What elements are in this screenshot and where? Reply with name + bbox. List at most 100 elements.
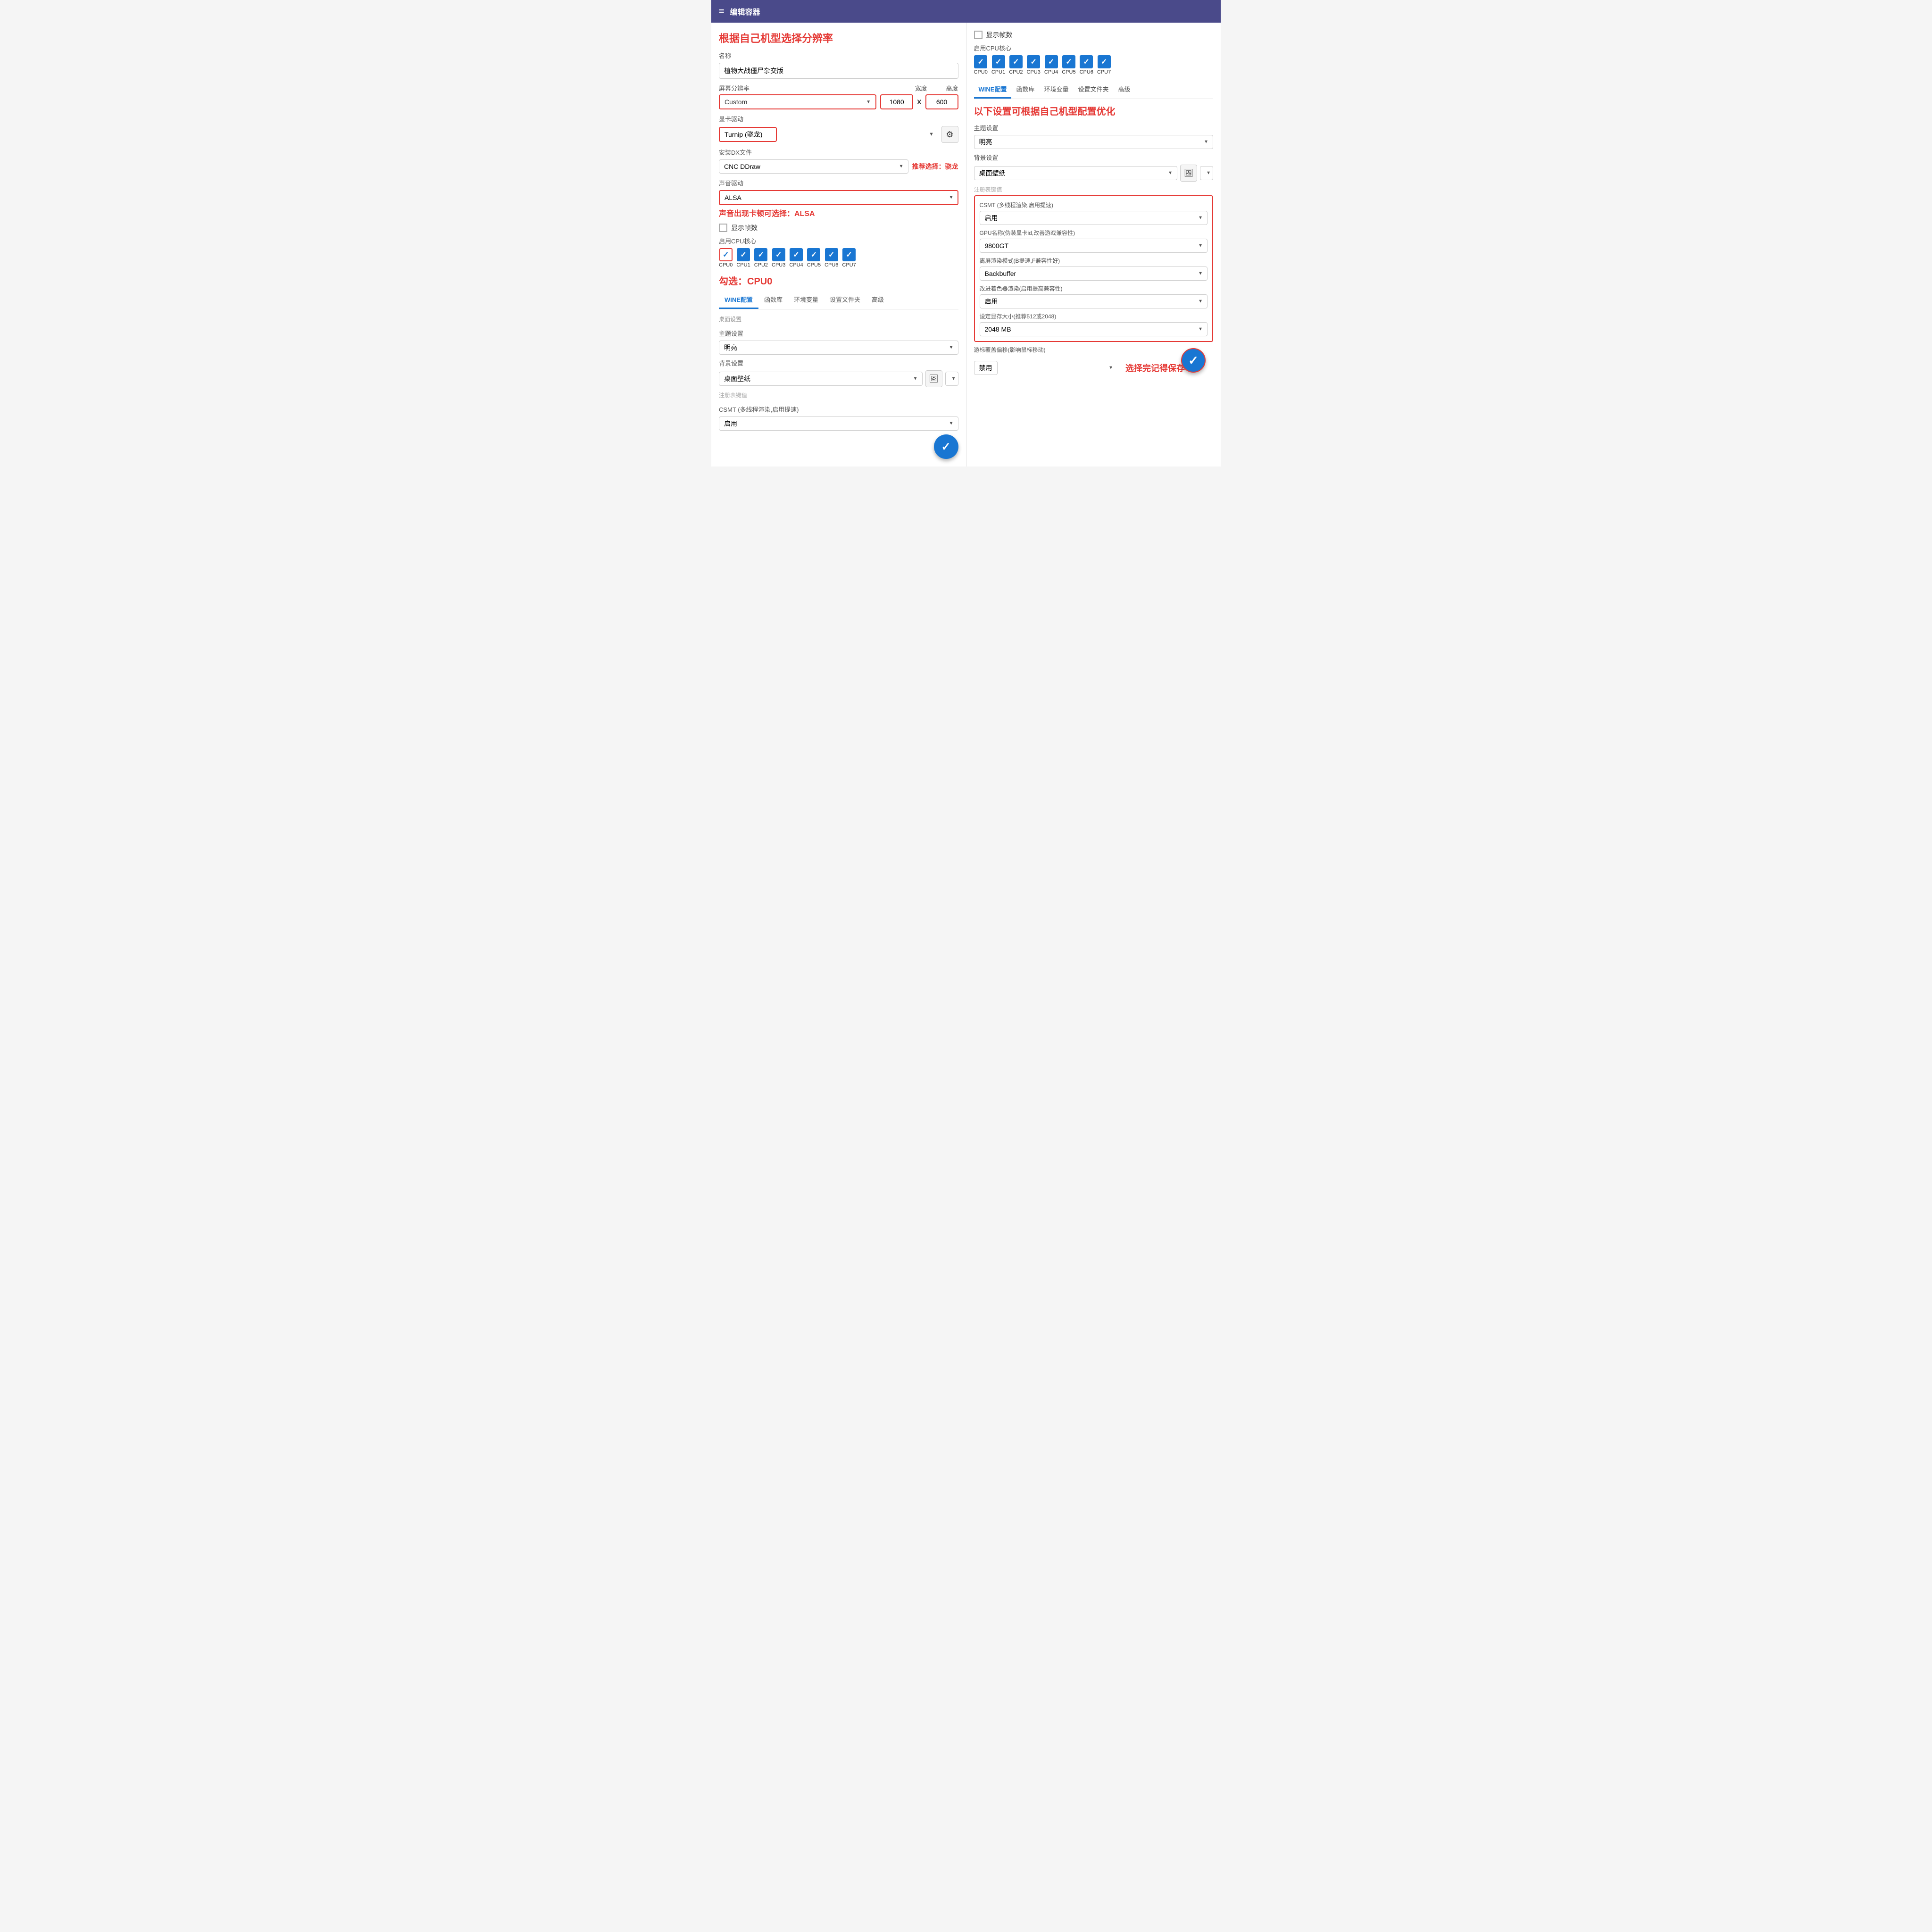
csmt-label: CSMT (多线程渲染,启用提速) xyxy=(980,201,1208,209)
cpu4-checkbox[interactable]: ✓ xyxy=(790,248,803,261)
left-panel: 根据自己机型选择分辨率 名称 屏幕分辨率 宽度 高度 Custom ▼ X 显卡… xyxy=(711,23,966,466)
cursor-select-outer: 禁用 xyxy=(974,361,1118,375)
show-fps-row: 显示帧数 xyxy=(719,223,958,233)
cpu1-checkbox[interactable]: ✓ xyxy=(737,248,750,261)
right-cpu6-checkbox[interactable]: ✓ xyxy=(1080,55,1093,68)
right-cpu6-label: CPU6 xyxy=(1080,69,1093,75)
dx-file-select[interactable]: CNC DDraw xyxy=(719,159,908,174)
bg-image-button[interactable]: 🖼 xyxy=(925,370,942,387)
cpu6-checkbox[interactable]: ✓ xyxy=(825,248,838,261)
right-cpu5-checkbox[interactable]: ✓ xyxy=(1062,55,1075,68)
cpu-annotation: 勾选：CPU0 xyxy=(719,274,958,287)
right-cpu1-checkbox[interactable]: ✓ xyxy=(992,55,1005,68)
resolution-height-input[interactable] xyxy=(925,94,958,109)
audio-annotation: 声音出现卡顿可选择：ALSA xyxy=(719,207,958,218)
right-tab-advanced[interactable]: 高级 xyxy=(1114,81,1135,99)
name-input[interactable] xyxy=(719,63,958,79)
right-tab-env-vars[interactable]: 环境变量 xyxy=(1039,81,1073,99)
offscreen-select[interactable]: Backbuffer FBO xyxy=(980,266,1208,281)
menu-icon[interactable]: ≡ xyxy=(719,6,724,17)
right-reg-label: 注册表键值 xyxy=(974,185,1214,193)
cpu-item-1: ✓ CPU1 xyxy=(736,248,750,268)
cpu3-label: CPU3 xyxy=(772,262,785,268)
right-tab-settings-folder[interactable]: 设置文件夹 xyxy=(1073,81,1113,99)
reg-label: 注册表键值 xyxy=(719,391,958,399)
app-header: ≡ 编辑容器 xyxy=(711,0,1221,23)
right-cpu7-label: CPU7 xyxy=(1097,69,1111,75)
right-cpu4-checkbox[interactable]: ✓ xyxy=(1045,55,1058,68)
right-panel: 显示帧数 启用CPU核心 ✓ CPU0 ✓ CPU1 ✓ CPU2 ✓ xyxy=(966,23,1221,466)
offscreen-label: 离屏渲染模式(B提速,F兼容性好) xyxy=(980,257,1208,265)
show-fps-checkbox[interactable] xyxy=(719,224,727,232)
save-button-right[interactable]: ✓ xyxy=(1181,348,1206,373)
right-cpu-item-7: ✓ CPU7 xyxy=(1097,55,1111,75)
save-icon: ✓ xyxy=(1188,353,1199,368)
cursor-select[interactable]: 禁用 xyxy=(974,361,998,375)
cpu-item-5: ✓ CPU5 xyxy=(807,248,821,268)
right-bg-select[interactable]: 桌面壁纸 xyxy=(974,166,1178,180)
cpu-item-7: ✓ CPU7 xyxy=(842,248,856,268)
right-tab-wine-config[interactable]: WINE配置 xyxy=(974,81,1012,99)
right-cpu3-checkbox[interactable]: ✓ xyxy=(1027,55,1040,68)
right-cpu2-checkbox[interactable]: ✓ xyxy=(1009,55,1023,68)
cpu-item-2: ✓ CPU2 xyxy=(754,248,768,268)
audio-driver-select[interactable]: ALSA PulseAudio xyxy=(719,190,958,205)
right-cpu-item-2: ✓ CPU2 xyxy=(1009,55,1023,75)
right-cpu-item-5: ✓ CPU5 xyxy=(1062,55,1075,75)
cpu7-checkbox[interactable]: ✓ xyxy=(842,248,856,261)
cpu-item-0: ✓ CPU0 xyxy=(719,248,733,268)
gpu-driver-select[interactable]: Turnip (骁龙) Default xyxy=(719,127,777,142)
right-cpu1-label: CPU1 xyxy=(991,69,1005,75)
cpu-grid: ✓ CPU0 ✓ CPU1 ✓ CPU2 xyxy=(719,248,958,268)
cpu2-checkbox[interactable]: ✓ xyxy=(754,248,767,261)
shader-select[interactable]: 启用 禁用 xyxy=(980,294,1208,308)
theme-select[interactable]: 明亮 深色 xyxy=(719,341,958,355)
right-theme-select[interactable]: 明亮 xyxy=(974,135,1214,149)
cpu2-label: CPU2 xyxy=(754,262,768,268)
tab-env-vars[interactable]: 环境变量 xyxy=(788,291,824,309)
resolution-width-input[interactable] xyxy=(880,94,913,109)
bg-extra-select[interactable] xyxy=(945,372,958,386)
tab-wine-config[interactable]: WINE配置 xyxy=(719,291,758,309)
right-cpu0-checkbox[interactable]: ✓ xyxy=(974,55,987,68)
audio-driver-wrapper: ALSA PulseAudio xyxy=(719,190,958,205)
right-cpu2-label: CPU2 xyxy=(1009,69,1023,75)
header-title: 编辑容器 xyxy=(730,6,760,17)
cursor-label: 游标覆盖偏移(影响鼠标移动) xyxy=(974,346,1214,354)
gpu-settings-button[interactable]: ⚙ xyxy=(941,126,958,143)
resolution-preset-value: Custom xyxy=(724,98,747,106)
cpu6-label: CPU6 xyxy=(824,262,838,268)
cursor-row: 禁用 选择完记得保存 ✓ xyxy=(974,356,1214,380)
save-button-left[interactable]: ✓ xyxy=(934,434,958,459)
right-bg-extra-select[interactable] xyxy=(1200,166,1213,180)
cpu0-label: CPU0 xyxy=(719,262,733,268)
csmt-label-left: CSMT (多线程渲染,启用提速) xyxy=(719,405,958,414)
right-cpu-item-6: ✓ CPU6 xyxy=(1080,55,1093,75)
csmt-select-left[interactable]: 启用 禁用 xyxy=(719,416,958,431)
csmt-select[interactable]: 启用 禁用 xyxy=(980,211,1208,225)
audio-label: 声音驱动 xyxy=(719,178,958,187)
cpu4-label: CPU4 xyxy=(789,262,803,268)
right-cpu-item-0: ✓ CPU0 xyxy=(974,55,988,75)
tab-functions[interactable]: 函数库 xyxy=(758,291,788,309)
right-bg-label: 背景设置 xyxy=(974,153,1214,162)
right-show-fps-checkbox[interactable] xyxy=(974,31,983,39)
vram-select[interactable]: 2048 MB 512 MB xyxy=(980,322,1208,336)
resolution-preset-select[interactable]: Custom ▼ xyxy=(719,94,876,109)
shader-label: 改进着色器渲染(启用提高兼容性) xyxy=(980,284,1208,292)
right-cpu7-checkbox[interactable]: ✓ xyxy=(1098,55,1111,68)
cpu3-checkbox[interactable]: ✓ xyxy=(772,248,785,261)
chevron-down-icon: ▼ xyxy=(866,100,871,105)
cpu-cores-label: 启用CPU核心 xyxy=(719,236,958,245)
bg-select[interactable]: 桌面壁纸 xyxy=(719,372,923,386)
cpu0-checkbox[interactable]: ✓ xyxy=(719,248,733,261)
right-bg-image-button[interactable]: 🖼 xyxy=(1180,165,1197,182)
gpu-name-select[interactable]: 9800GT xyxy=(980,239,1208,253)
tab-settings-folder[interactable]: 设置文件夹 xyxy=(824,291,866,309)
bottom-left-area: ✓ xyxy=(719,434,958,459)
cpu5-checkbox[interactable]: ✓ xyxy=(807,248,820,261)
right-tab-functions[interactable]: 函数库 xyxy=(1011,81,1039,99)
gpu-label: 显卡驱动 xyxy=(719,114,958,123)
save-annotation: 选择完记得保存 xyxy=(1125,362,1185,374)
tab-advanced[interactable]: 高级 xyxy=(866,291,890,309)
